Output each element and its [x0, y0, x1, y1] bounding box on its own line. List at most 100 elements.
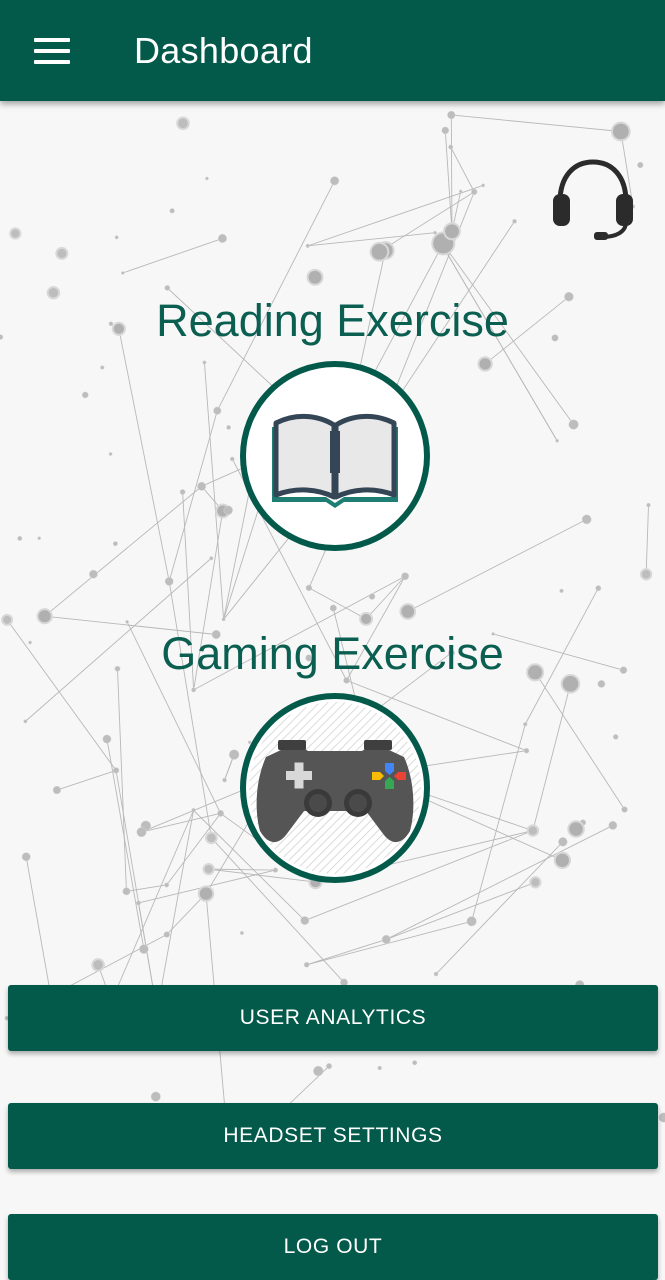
- network-node: [558, 837, 568, 847]
- network-node: [21, 852, 31, 862]
- network-node: [213, 406, 222, 415]
- network-node: [89, 569, 98, 579]
- network-node: [568, 419, 579, 430]
- network-node: [305, 584, 313, 592]
- network-node: [191, 687, 197, 693]
- user-analytics-button[interactable]: USER ANALYTICS: [8, 985, 658, 1051]
- open-book-icon: [272, 414, 398, 508]
- network-node: [313, 1065, 324, 1077]
- network-node: [112, 541, 118, 547]
- network-line: [110, 810, 194, 1002]
- network-node: [646, 502, 651, 508]
- network-line: [203, 362, 225, 620]
- network-node: [621, 806, 628, 813]
- network-node: [447, 110, 456, 120]
- network-node: [205, 176, 209, 181]
- network-node: [330, 176, 340, 186]
- network-node: [329, 604, 337, 612]
- network-node: [164, 285, 171, 291]
- network-node: [163, 931, 170, 938]
- network-node: [306, 268, 324, 286]
- network-node: [197, 885, 215, 902]
- network-node: [639, 568, 653, 581]
- network-node: [433, 230, 437, 235]
- network-node: [612, 734, 619, 740]
- network-node: [221, 617, 226, 622]
- network-node: [433, 971, 439, 977]
- network-node: [9, 227, 22, 240]
- network-node: [401, 572, 410, 581]
- log-out-button[interactable]: LOG OUT: [8, 1214, 658, 1280]
- gaming-exercise-title: Gaming Exercise: [161, 628, 504, 679]
- network-line: [386, 881, 536, 940]
- headset-icon[interactable]: [550, 156, 636, 244]
- network-node: [466, 916, 477, 927]
- network-line: [166, 893, 207, 935]
- network-node: [441, 126, 450, 135]
- network-node: [217, 233, 227, 243]
- network-line: [534, 672, 625, 810]
- network-node: [412, 1060, 418, 1066]
- gaming-exercise-button[interactable]: [240, 693, 430, 883]
- network-node: [477, 356, 493, 372]
- network-node: [553, 851, 572, 869]
- page-title: Dashboard: [134, 30, 313, 71]
- network-node: [481, 183, 485, 188]
- network-node: [581, 514, 592, 525]
- network-node: [523, 747, 530, 754]
- network-node: [112, 767, 120, 774]
- network-node: [326, 1063, 333, 1070]
- network-node: [555, 438, 559, 443]
- network-line: [407, 518, 587, 612]
- network-node: [305, 243, 310, 248]
- network-node: [52, 785, 62, 795]
- network-node: [202, 360, 207, 365]
- headset-settings-button[interactable]: HEADSET SETTINGS: [8, 1103, 658, 1169]
- reading-exercise-title: Reading Exercise: [156, 295, 509, 346]
- network-node: [36, 608, 53, 625]
- network-line: [379, 191, 475, 253]
- network-node: [523, 722, 528, 727]
- gamepad-icon: [249, 702, 421, 874]
- network-node: [443, 222, 461, 241]
- network-node: [239, 930, 244, 935]
- network-node: [91, 958, 105, 972]
- network-node: [122, 887, 131, 896]
- network-line: [56, 769, 117, 791]
- network-node: [37, 536, 41, 541]
- network-node: [222, 777, 227, 783]
- network-line: [471, 724, 526, 922]
- network-node: [136, 827, 147, 838]
- network-line: [450, 114, 453, 232]
- network-line: [451, 114, 621, 132]
- network-node: [512, 219, 517, 224]
- network-line: [645, 505, 649, 575]
- network-node: [169, 208, 175, 214]
- network-line: [306, 920, 472, 966]
- network-node: [559, 588, 564, 593]
- network-node: [458, 189, 463, 194]
- network-node: [608, 821, 618, 830]
- network-node: [114, 235, 119, 240]
- network-node: [164, 882, 170, 888]
- network-node: [381, 934, 391, 944]
- network-node: [205, 831, 218, 845]
- network-node: [637, 161, 644, 169]
- network-node: [526, 824, 540, 837]
- network-node: [197, 481, 207, 491]
- network-node: [102, 734, 112, 744]
- network-node: [164, 577, 174, 586]
- network-node: [597, 680, 606, 688]
- app-bar: Dashboard: [0, 0, 665, 101]
- network-node: [448, 144, 454, 150]
- network-node: [610, 121, 631, 142]
- network-node: [377, 1065, 382, 1071]
- network-node: [209, 556, 214, 561]
- network-line: [156, 810, 194, 1012]
- network-node: [300, 916, 310, 925]
- reading-exercise-button[interactable]: [240, 361, 430, 551]
- network-node: [55, 246, 69, 260]
- hamburger-menu-icon[interactable]: [34, 38, 70, 64]
- network-node: [125, 620, 129, 624]
- network-node: [223, 505, 233, 515]
